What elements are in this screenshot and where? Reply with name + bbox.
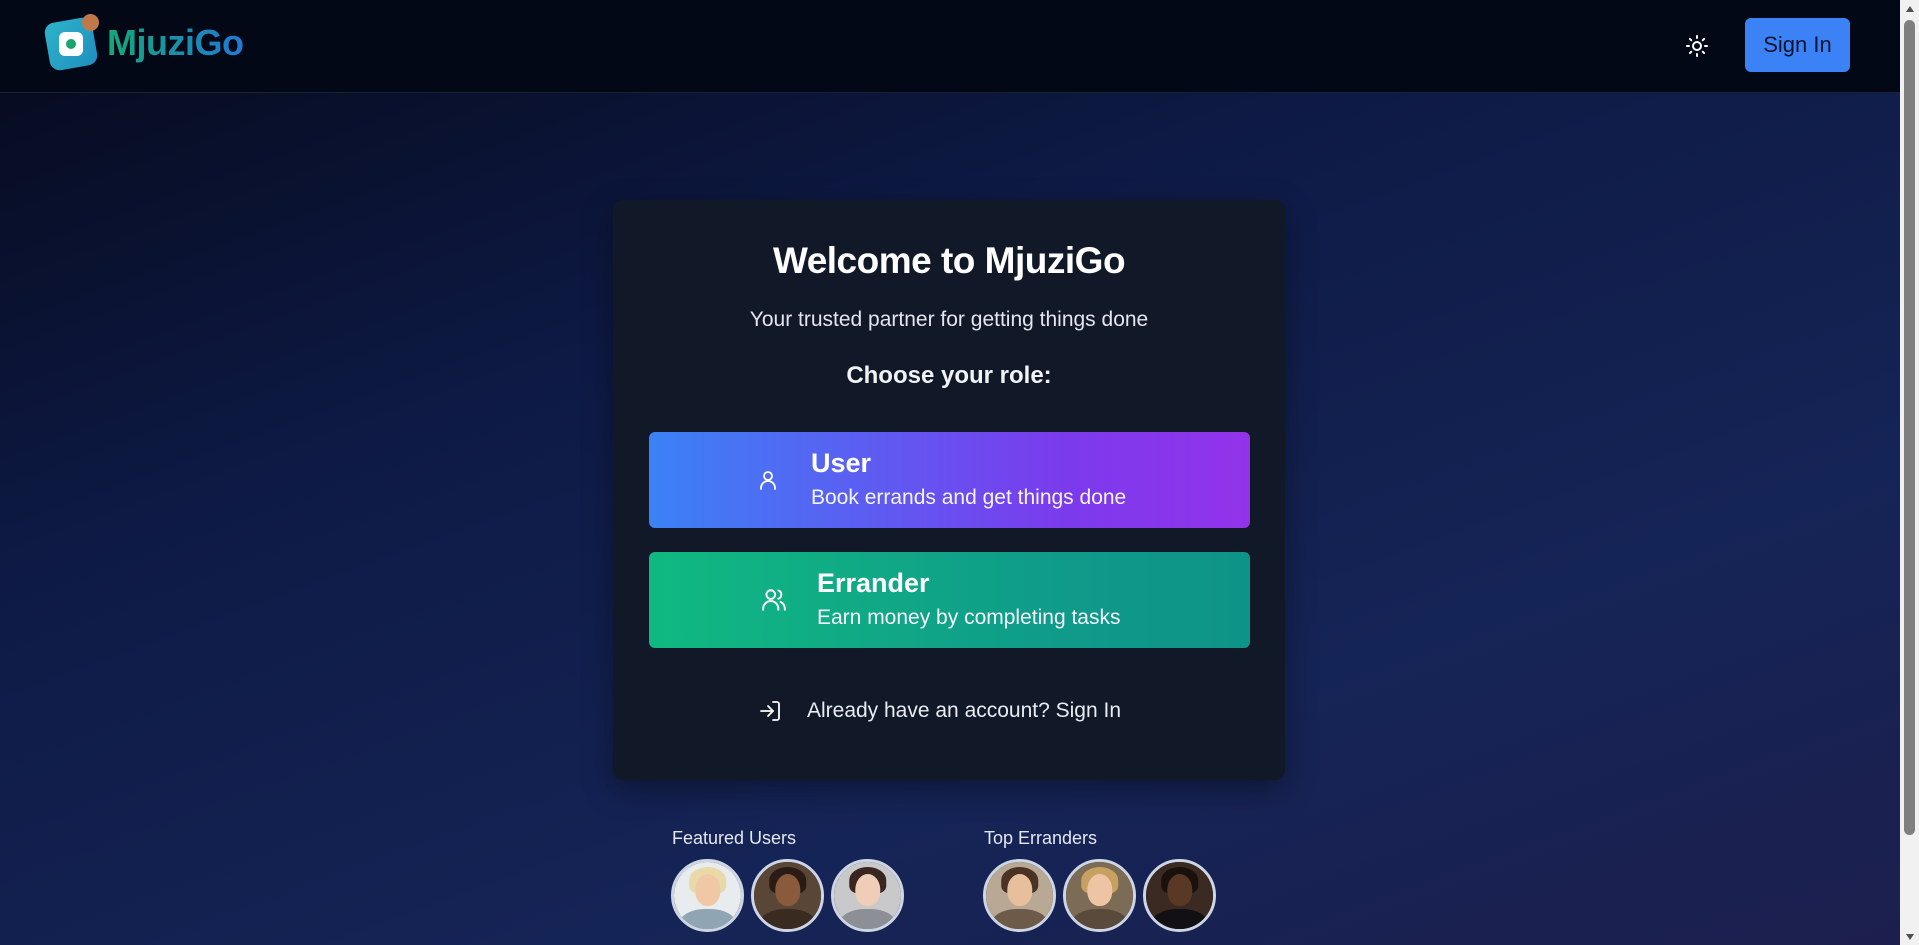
featured-users-label: Featured Users bbox=[672, 828, 797, 848]
welcome-card: Welcome to MjuziGo Your trusted partner … bbox=[613, 200, 1285, 780]
users-icon bbox=[761, 587, 787, 613]
avatar[interactable] bbox=[1143, 859, 1216, 932]
avatar[interactable] bbox=[751, 859, 824, 932]
scrollbar-thumb[interactable] bbox=[1904, 20, 1915, 835]
logo-icon bbox=[43, 14, 101, 72]
welcome-title: Welcome to MjuziGo bbox=[772, 240, 1126, 281]
user-role-button[interactable]: User Book errands and get things done bbox=[649, 432, 1250, 528]
avatar[interactable] bbox=[983, 859, 1056, 932]
user-role-title: User bbox=[811, 448, 872, 478]
errander-role-description: Earn money by completing tasks bbox=[817, 606, 1121, 629]
errander-role-title: Errander bbox=[817, 568, 930, 598]
vertical-scrollbar[interactable] bbox=[1900, 0, 1919, 945]
featured-users-section: Featured Users bbox=[671, 828, 904, 932]
logo[interactable]: MjuziGo bbox=[43, 14, 244, 72]
welcome-subtitle: Your trusted partner for getting things … bbox=[749, 308, 1149, 331]
role-prompt: Choose your role: bbox=[846, 362, 1052, 389]
sun-icon bbox=[1686, 35, 1708, 57]
sign-in-link-text: Already have an account? Sign In bbox=[806, 699, 1122, 722]
theme-toggle-button[interactable] bbox=[1680, 29, 1714, 63]
sign-in-button[interactable]: Sign In bbox=[1745, 18, 1850, 72]
scroll-down-arrow-icon[interactable] bbox=[1900, 928, 1919, 945]
user-role-description: Book errands and get things done bbox=[811, 486, 1127, 509]
top-nav: MjuziGo Sign In bbox=[0, 0, 1900, 93]
scroll-up-arrow-icon[interactable] bbox=[1900, 0, 1919, 17]
user-icon bbox=[755, 467, 781, 493]
logo-text: MjuziGo bbox=[107, 22, 244, 63]
avatar[interactable] bbox=[1063, 859, 1136, 932]
log-in-icon bbox=[757, 698, 783, 724]
sign-in-link[interactable]: Already have an account? Sign In bbox=[613, 698, 1285, 724]
top-erranders-label: Top Erranders bbox=[984, 828, 1098, 848]
top-erranders-section: Top Erranders bbox=[983, 828, 1216, 932]
avatar[interactable] bbox=[831, 859, 904, 932]
avatar[interactable] bbox=[671, 859, 744, 932]
errander-role-button[interactable]: Errander Earn money by completing tasks bbox=[649, 552, 1250, 648]
